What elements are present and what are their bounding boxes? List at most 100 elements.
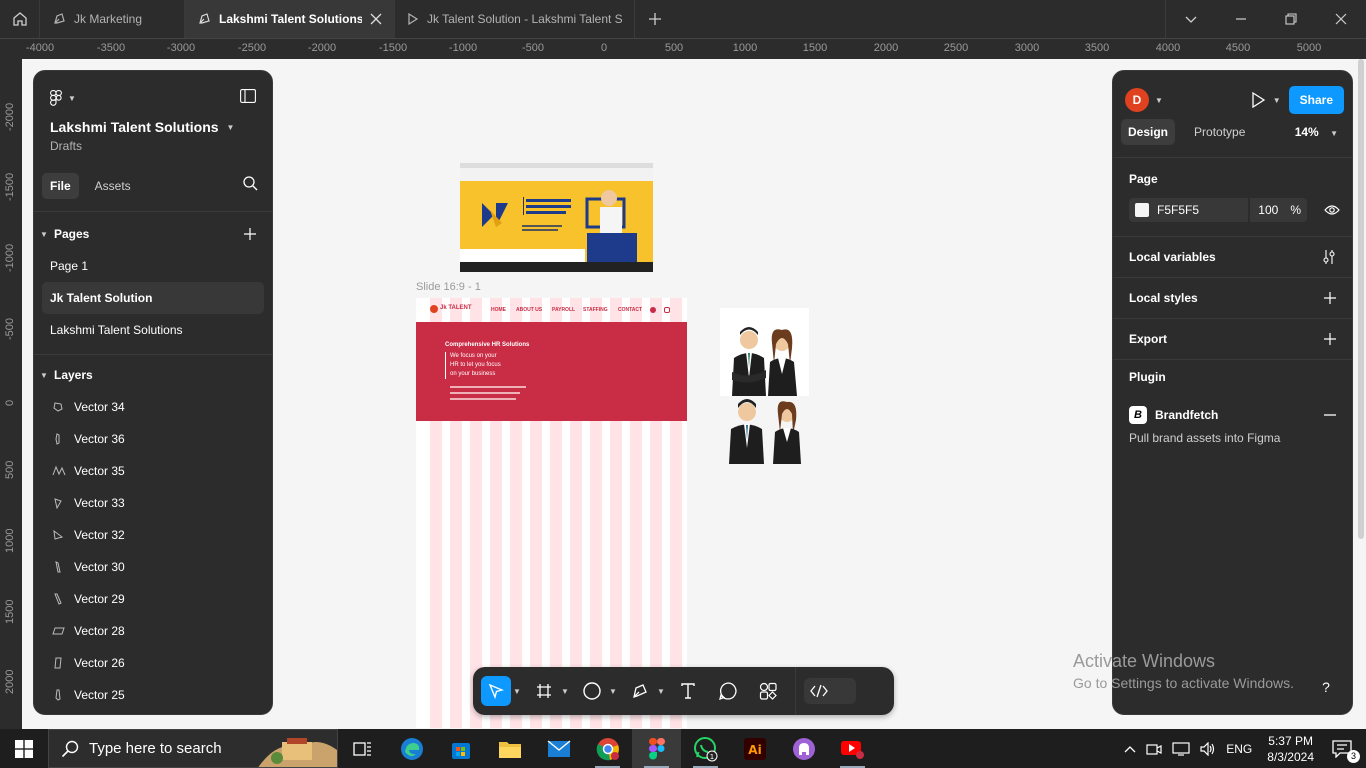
tab-file[interactable]: File bbox=[42, 173, 79, 199]
layer-row[interactable]: Vector 36 bbox=[34, 423, 272, 455]
network-tray-icon[interactable] bbox=[1167, 741, 1195, 756]
chevron-down-icon: ▼ bbox=[226, 122, 235, 132]
website-screenshot-image[interactable] bbox=[460, 163, 653, 272]
frame-tool[interactable] bbox=[529, 676, 559, 706]
layer-row[interactable]: Vector 29 bbox=[34, 583, 272, 615]
layer-row[interactable]: Vector 30 bbox=[34, 551, 272, 583]
page-opacity-value[interactable]: 100 bbox=[1248, 198, 1278, 222]
layer-row[interactable]: Vector 34 bbox=[34, 391, 272, 423]
file-title[interactable]: Lakshmi Talent Solutions ▼ bbox=[34, 111, 272, 135]
plus-icon[interactable] bbox=[1324, 333, 1336, 345]
mail-app[interactable] bbox=[534, 729, 583, 768]
pen-tool[interactable] bbox=[625, 676, 655, 706]
pages-header[interactable]: ▼ Pages bbox=[34, 218, 272, 250]
home-button[interactable] bbox=[0, 0, 40, 38]
plugin-row[interactable]: B Brandfetch bbox=[1113, 399, 1352, 431]
layer-label: Vector 30 bbox=[74, 560, 125, 574]
file-explorer-app[interactable] bbox=[485, 729, 534, 768]
share-button[interactable]: Share bbox=[1288, 86, 1344, 114]
ruler-tick: 0 bbox=[4, 399, 16, 406]
vertical-scrollbar[interactable] bbox=[1358, 59, 1364, 539]
volume-tray-icon[interactable] bbox=[1195, 741, 1221, 756]
tab-jk-marketing[interactable]: Jk Marketing bbox=[40, 0, 185, 38]
move-tool[interactable] bbox=[481, 676, 511, 706]
notifications-button[interactable]: 3 bbox=[1324, 739, 1366, 763]
comment-tool[interactable] bbox=[713, 676, 743, 706]
user-menu[interactable]: D ▼ bbox=[1125, 88, 1163, 112]
present-button[interactable]: ▼ bbox=[1251, 92, 1281, 108]
layer-row[interactable]: Vector 35 bbox=[34, 455, 272, 487]
pen-tool-icon bbox=[54, 13, 65, 24]
taskbar-search-box[interactable]: Type here to search bbox=[48, 729, 338, 768]
frame-label[interactable]: Slide 16:9 - 1 bbox=[416, 281, 481, 293]
task-view-button[interactable] bbox=[338, 729, 387, 768]
export-row[interactable]: Export bbox=[1113, 318, 1352, 359]
layer-row[interactable]: Vector 25 bbox=[34, 679, 272, 711]
start-button[interactable] bbox=[0, 729, 48, 768]
layers-header[interactable]: ▼ Layers bbox=[34, 359, 272, 391]
close-icon[interactable] bbox=[370, 13, 382, 25]
sliders-icon[interactable] bbox=[1322, 249, 1336, 265]
page-fill-input[interactable]: F5F5F5 100 % bbox=[1129, 198, 1307, 222]
chevron-down-icon[interactable]: ▼ bbox=[607, 687, 619, 696]
minimize-button[interactable] bbox=[1216, 0, 1266, 38]
chevron-up-icon bbox=[1124, 745, 1136, 752]
chrome-app[interactable] bbox=[583, 729, 632, 768]
business-people-illustration[interactable] bbox=[720, 308, 809, 468]
color-swatch[interactable] bbox=[1135, 203, 1149, 217]
local-styles-row[interactable]: Local styles bbox=[1113, 277, 1352, 318]
github-desktop-app[interactable] bbox=[779, 729, 828, 768]
whatsapp-app[interactable]: 1 bbox=[681, 729, 730, 768]
file-location[interactable]: Drafts bbox=[34, 135, 272, 153]
tab-design[interactable]: Design bbox=[1121, 119, 1176, 145]
layer-row[interactable]: Vector 32 bbox=[34, 519, 272, 551]
layer-row[interactable]: Vector 26 bbox=[34, 647, 272, 679]
help-button[interactable]: ? bbox=[1310, 671, 1342, 703]
chevron-down-icon[interactable]: ▼ bbox=[559, 687, 571, 696]
chevron-down-icon[interactable]: ▼ bbox=[511, 687, 523, 696]
tab-assets[interactable]: Assets bbox=[87, 173, 139, 199]
search-button[interactable] bbox=[243, 176, 258, 196]
dev-mode-toggle[interactable] bbox=[804, 678, 856, 704]
camera-tray-icon[interactable] bbox=[1141, 742, 1167, 756]
main-menu-button[interactable]: ▼ bbox=[50, 90, 76, 106]
show-hidden-icons-button[interactable] bbox=[1119, 745, 1141, 753]
layer-row[interactable]: Vector 28 bbox=[34, 615, 272, 647]
actions-tool[interactable] bbox=[753, 676, 783, 706]
add-page-icon[interactable] bbox=[244, 228, 256, 240]
clock[interactable]: 5:37 PM 8/3/2024 bbox=[1257, 733, 1324, 765]
slide-nav-item: PAYROLL bbox=[552, 307, 576, 313]
toggle-sidebar-button[interactable] bbox=[240, 88, 256, 108]
plus-icon[interactable] bbox=[1324, 292, 1336, 304]
tab-lakshmi-talent-solutions[interactable]: Lakshmi Talent Solutions bbox=[185, 0, 395, 38]
play-icon bbox=[408, 13, 419, 25]
shape-tool[interactable] bbox=[577, 676, 607, 706]
eye-icon[interactable] bbox=[1324, 204, 1340, 216]
page-item[interactable]: Page 1 bbox=[42, 250, 264, 282]
zoom-dropdown[interactable]: 14% ▼ bbox=[1295, 125, 1338, 139]
layer-label: Vector 28 bbox=[74, 624, 125, 638]
youtube-app[interactable] bbox=[828, 729, 877, 768]
language-indicator[interactable]: ENG bbox=[1221, 742, 1257, 756]
layer-row[interactable]: Vector 33 bbox=[34, 487, 272, 519]
vector-icon bbox=[52, 465, 66, 476]
chevron-down-icon[interactable]: ▼ bbox=[655, 687, 667, 696]
tab-jk-talent-solution-presentation[interactable]: Jk Talent Solution - Lakshmi Talent Sc bbox=[395, 0, 635, 38]
chevron-down-icon: ▼ bbox=[40, 370, 48, 380]
illustrator-app[interactable]: Ai bbox=[730, 729, 779, 768]
figma-app[interactable] bbox=[632, 729, 681, 768]
close-window-button[interactable] bbox=[1316, 0, 1366, 38]
tab-prototype[interactable]: Prototype bbox=[1187, 119, 1252, 145]
text-tool[interactable] bbox=[673, 676, 703, 706]
slide-frame[interactable]: Jk TALENT HOME ABOUT US PAYROLL STAFFING… bbox=[416, 298, 687, 728]
edge-app[interactable] bbox=[387, 729, 436, 768]
page-item[interactable]: Jk Talent Solution bbox=[42, 282, 264, 314]
minus-icon[interactable] bbox=[1324, 409, 1336, 421]
hero-line: HR to let you focus bbox=[450, 362, 501, 368]
store-app[interactable] bbox=[436, 729, 485, 768]
new-tab-button[interactable] bbox=[635, 0, 675, 38]
page-item[interactable]: Lakshmi Talent Solutions bbox=[42, 314, 264, 346]
local-variables-row[interactable]: Local variables bbox=[1113, 236, 1352, 277]
restore-button[interactable] bbox=[1266, 0, 1316, 38]
tabs-menu-button[interactable] bbox=[1166, 0, 1216, 38]
